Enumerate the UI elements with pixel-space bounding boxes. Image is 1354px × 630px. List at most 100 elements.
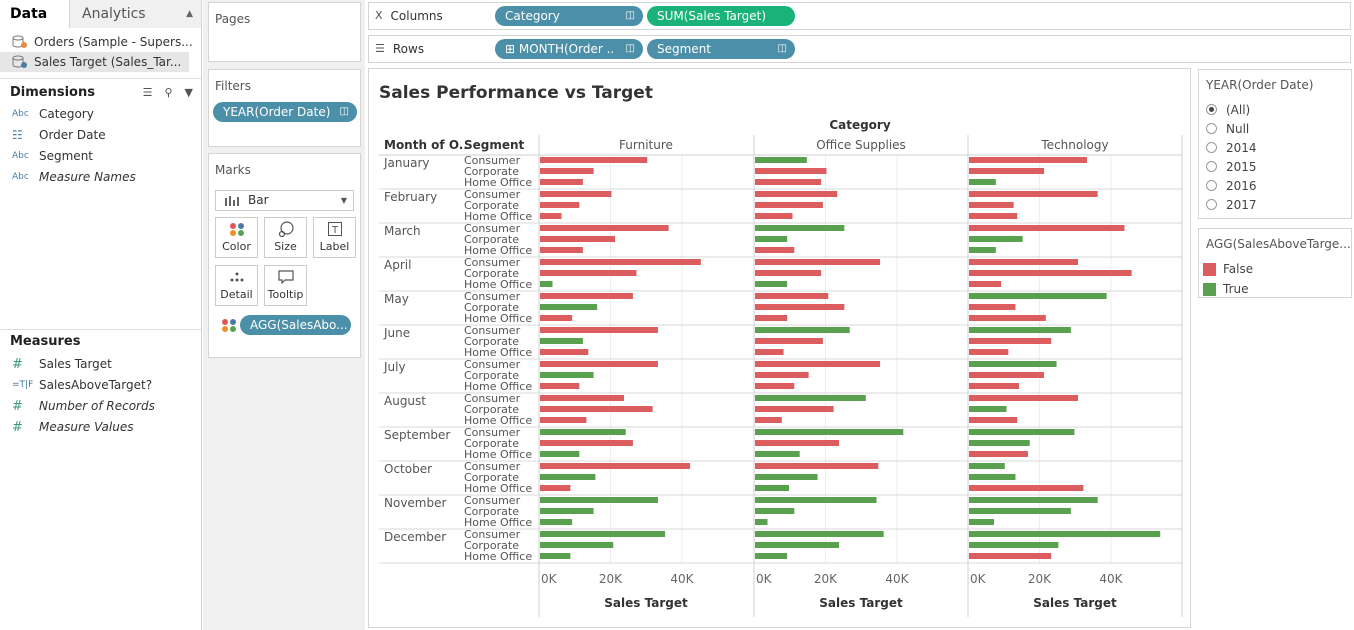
bar-mark <box>755 259 881 265</box>
columns-shelf-label: Ⅹ Columns <box>375 3 443 29</box>
bar-mark <box>755 440 839 446</box>
bar-mark <box>969 349 1009 355</box>
radio-button[interactable] <box>1206 104 1217 115</box>
dimensions-header: Dimensions ☰ ⚲ ▼ <box>0 82 201 104</box>
month-label: January <box>383 156 430 170</box>
field-item[interactable]: Abc Category <box>0 104 201 125</box>
pill-context-icon: ◫ <box>625 43 635 54</box>
radio-button[interactable] <box>1206 161 1217 172</box>
bar-mark <box>540 542 614 548</box>
legend-item[interactable]: False <box>1199 259 1351 279</box>
column-pill-category[interactable]: Category ◫ <box>495 6 643 26</box>
string-field-icon: Abc <box>12 172 29 182</box>
radio-button[interactable] <box>1206 180 1217 191</box>
pane-header: Office Supplies <box>816 138 906 152</box>
year-option[interactable]: (All) <box>1199 100 1351 119</box>
x-tick-label: 20K <box>1028 572 1052 586</box>
bar-mark <box>540 417 587 423</box>
field-item[interactable]: # Number of Records <box>0 396 201 417</box>
expand-icon[interactable]: ⊞ <box>505 42 519 56</box>
bar-mark <box>540 338 583 344</box>
pill-label: SUM(Sales Target) <box>657 9 766 23</box>
tab-analytics[interactable]: Analytics ▲ <box>70 0 201 28</box>
bar-mark <box>969 440 1030 446</box>
bar-mark <box>540 327 658 333</box>
color-button[interactable]: Color <box>215 217 258 258</box>
search-icon[interactable]: ⚲ <box>164 82 172 104</box>
rows-icon: ☰ <box>375 42 385 55</box>
year-option[interactable]: 2017 <box>1199 195 1351 214</box>
year-filter-card: YEAR(Order Date) (All) Null 2014 2015 2016 20… <box>1198 69 1352 219</box>
bar-mark <box>969 417 1018 423</box>
pages-card[interactable]: Pages <box>208 2 361 62</box>
month-label: June <box>383 326 410 340</box>
segment-header: Segment <box>464 138 525 152</box>
marks-pill-label: AGG(SalesAbo... <box>250 318 348 332</box>
pane-header: Technology <box>1040 138 1108 152</box>
radio-button[interactable] <box>1206 142 1217 153</box>
tab-data[interactable]: Data <box>0 0 70 28</box>
datasource-sales-target[interactable]: Sales Target (Sales_Tar... <box>0 52 189 72</box>
color-dots-icon <box>216 218 257 240</box>
filter-pill-year[interactable]: YEAR(Order Date) ◫ <box>213 102 357 122</box>
measures-header: Measures <box>0 331 201 353</box>
bar-mark <box>755 542 839 548</box>
worksheet-view: Sales Performance vs Target Category Mont… <box>368 68 1191 628</box>
x-axis-title: Sales Target <box>1033 596 1117 610</box>
datasource-orders[interactable]: Orders (Sample - Supers... <box>0 32 201 52</box>
bar-mark <box>969 304 1016 310</box>
rows-label: Rows <box>392 42 425 56</box>
mark-type-select[interactable]: Bar ▼ <box>215 190 354 211</box>
row-pill-segment[interactable]: Segment ◫ <box>647 39 795 59</box>
field-item[interactable]: # Measure Values <box>0 417 201 438</box>
bar-mark <box>969 519 995 525</box>
year-option-label: (All) <box>1226 102 1251 117</box>
month-label: October <box>384 462 432 476</box>
cards-column: Pages Filters YEAR(Order Date) ◫ Marks B… <box>203 0 365 630</box>
rows-shelf-label: ☰ Rows <box>375 36 424 62</box>
bar-mark <box>755 372 809 378</box>
bar-mark <box>755 225 845 231</box>
dropdown-arrow-icon[interactable]: ▼ <box>185 82 193 104</box>
bar-mark <box>540 247 583 253</box>
bar-mark <box>540 440 633 446</box>
field-item[interactable]: Abc Segment <box>0 146 201 167</box>
column-pill-sales-target[interactable]: SUM(Sales Target) <box>647 6 795 26</box>
rows-shelf[interactable]: ☰ Rows ⊞ MONTH(Order .. ◫ Segment ◫ <box>368 35 1351 63</box>
year-option[interactable]: 2014 <box>1199 138 1351 157</box>
boolean-field-icon: =T|F <box>12 380 34 390</box>
tab-menu-arrow-icon[interactable]: ▲ <box>186 0 193 28</box>
field-item[interactable]: Abc Measure Names <box>0 167 201 188</box>
bar-mark <box>755 519 768 525</box>
bar-mark <box>755 531 884 537</box>
columns-shelf[interactable]: Ⅹ Columns Category ◫ SUM(Sales Target) <box>368 2 1351 30</box>
bar-mark <box>969 395 1079 401</box>
view-list-icon[interactable]: ☰ <box>143 82 153 104</box>
filters-card[interactable]: Filters YEAR(Order Date) ◫ <box>208 69 361 147</box>
radio-button[interactable] <box>1206 123 1217 134</box>
tooltip-button[interactable]: Tooltip <box>264 265 307 306</box>
detail-button[interactable]: Detail <box>215 265 258 306</box>
pane-tabs: Data Analytics ▲ <box>0 0 201 28</box>
columns-label: Columns <box>390 9 443 23</box>
marks-color-pill[interactable]: AGG(SalesAbo... <box>240 315 351 335</box>
bar-mark <box>755 304 845 310</box>
field-item[interactable]: ☷ Order Date <box>0 125 201 146</box>
datasource-label: Sales Target (Sales_Tar... <box>34 55 182 69</box>
bar-mark <box>969 327 1071 333</box>
measures-title: Measures <box>10 334 81 349</box>
field-item[interactable]: # Sales Target <box>0 354 201 375</box>
month-label: August <box>384 394 426 408</box>
row-pill-month[interactable]: ⊞ MONTH(Order .. ◫ <box>495 39 643 59</box>
size-button[interactable]: Size <box>264 217 307 258</box>
field-item[interactable]: =T|F SalesAboveTarget? <box>0 375 201 396</box>
legend-item[interactable]: True <box>1199 279 1351 299</box>
year-option[interactable]: 2015 <box>1199 157 1351 176</box>
label-button[interactable]: T Label <box>313 217 356 258</box>
label-label: Label <box>319 240 350 253</box>
year-option[interactable]: Null <box>1199 119 1351 138</box>
year-option[interactable]: 2016 <box>1199 176 1351 195</box>
columns-icon: Ⅹ <box>375 9 383 22</box>
segment-label: Home Office <box>464 550 532 563</box>
radio-button[interactable] <box>1206 199 1217 210</box>
